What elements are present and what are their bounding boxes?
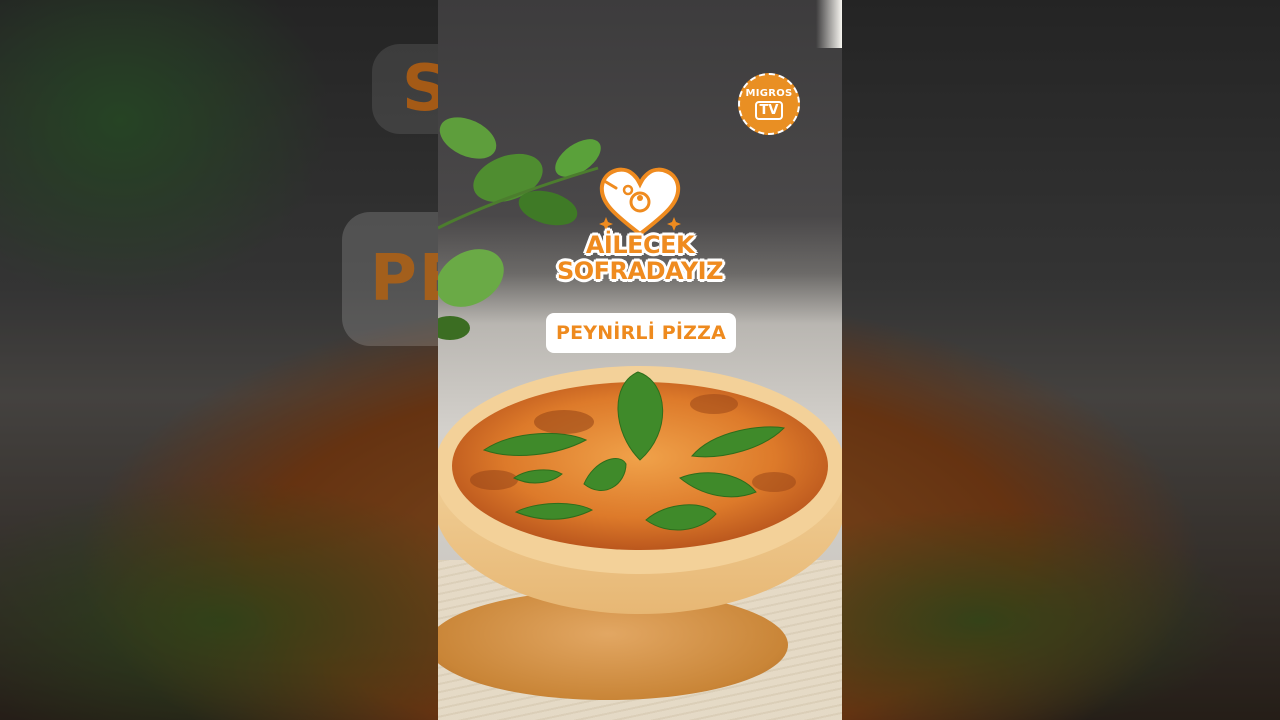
logo-text-tv: TV [754, 101, 784, 120]
recipe-title: PEYNİRLİ PİZZA [546, 313, 736, 353]
window-light [816, 0, 842, 48]
logo-text-migros: MIGROS [745, 88, 793, 99]
pizza-image [438, 366, 842, 614]
family-heart-icon [599, 167, 681, 237]
migros-tv-logo: MIGROS TV [738, 73, 800, 135]
brand-line-1: AİLECEK [585, 231, 695, 259]
brand-line-2: SOFRADAYIZ [556, 257, 724, 285]
brand-wordmark: AİLECEK SOFRADAYIZ [540, 232, 740, 284]
